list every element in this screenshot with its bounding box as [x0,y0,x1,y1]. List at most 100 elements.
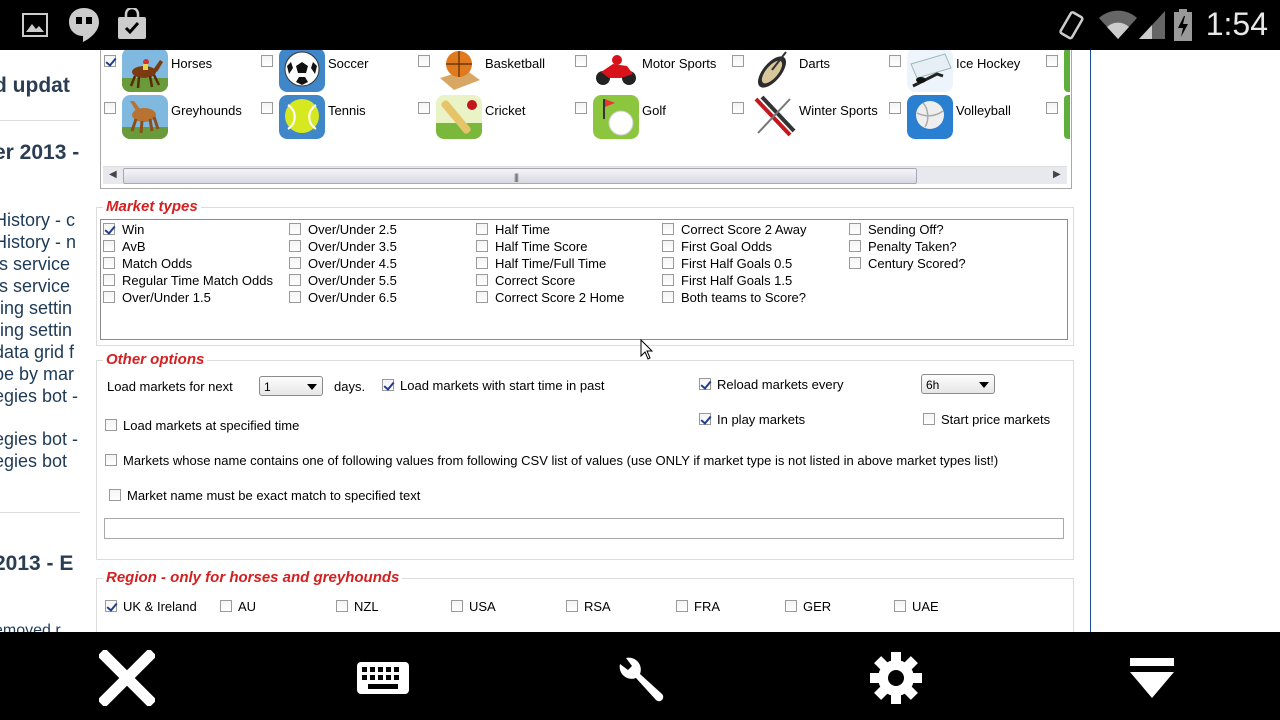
market-type-item[interactable]: AvB [103,239,146,254]
close-icon[interactable] [99,650,155,706]
market-type-checkbox[interactable] [289,223,301,235]
market-type-item[interactable]: Correct Score 2 Home [476,290,624,305]
region-checkbox[interactable] [451,600,463,612]
market-type-item[interactable]: Over/Under 1.5 [103,290,211,305]
market-type-item[interactable]: Penalty Taken? [849,239,957,254]
sport-item-darts[interactable]: Darts [732,50,882,94]
market-type-checkbox[interactable] [662,291,674,303]
exact-match-checkbox[interactable] [109,489,121,501]
exact-match-option[interactable]: Market name must be exact match to speci… [109,488,420,503]
region-checkbox[interactable] [785,600,797,612]
sport-item-motor-sports[interactable]: Motor Sports [575,50,735,94]
market-type-item[interactable]: Over/Under 6.5 [289,290,397,305]
market-type-item[interactable]: Match Odds [103,256,192,271]
market-type-item[interactable]: Correct Score 2 Away [662,222,806,237]
sport-checkbox[interactable] [732,102,744,114]
sport-checkbox[interactable] [261,102,273,114]
sport-item-partial[interactable] [1046,95,1076,141]
start-price-option[interactable]: Start price markets [923,412,1050,427]
sport-checkbox[interactable] [261,55,273,67]
market-type-item[interactable]: Over/Under 3.5 [289,239,397,254]
region-item[interactable]: USA [451,599,496,614]
sport-item-horses[interactable]: Horses [104,50,254,94]
region-checkbox[interactable] [220,600,232,612]
sport-item-basketball[interactable]: Basketball [418,50,568,94]
region-item[interactable]: RSA [566,599,611,614]
scroll-right-icon[interactable]: ▶ [1053,169,1061,180]
market-type-item[interactable]: Half Time Score [476,239,587,254]
market-type-checkbox[interactable] [103,240,115,252]
region-item[interactable]: FRA [676,599,720,614]
market-type-checkbox[interactable] [289,257,301,269]
market-type-item[interactable]: First Half Goals 0.5 [662,256,792,271]
csv-checkbox[interactable] [105,454,117,466]
region-item[interactable]: GER [785,599,831,614]
market-type-item[interactable]: Over/Under 4.5 [289,256,397,271]
region-item[interactable]: NZL [336,599,379,614]
csv-values-input[interactable] [104,518,1064,539]
sport-checkbox[interactable] [418,55,430,67]
wrench-icon[interactable] [612,650,668,706]
market-type-checkbox[interactable] [849,257,861,269]
load-past-checkbox[interactable] [382,379,394,391]
sport-checkbox[interactable] [575,102,587,114]
sport-checkbox[interactable] [1046,102,1058,114]
settings-gear-icon[interactable] [868,650,924,706]
market-type-checkbox[interactable] [476,240,488,252]
market-type-checkbox[interactable] [476,291,488,303]
region-checkbox[interactable] [105,600,117,612]
market-type-checkbox[interactable] [476,257,488,269]
region-item[interactable]: AU [220,599,256,614]
market-type-item[interactable]: Win [103,222,144,237]
sport-checkbox[interactable] [732,55,744,67]
keyboard-icon[interactable] [355,650,411,706]
region-checkbox[interactable] [894,600,906,612]
market-type-checkbox[interactable] [662,274,674,286]
market-type-checkbox[interactable] [849,240,861,252]
specified-time-checkbox[interactable] [105,419,117,431]
sport-item-partial[interactable] [1046,50,1076,94]
in-play-option[interactable]: In play markets [699,412,805,427]
scrollbar-thumb[interactable]: ||| [123,168,917,184]
market-type-item[interactable]: First Goal Odds [662,239,772,254]
market-type-item[interactable]: Over/Under 2.5 [289,222,397,237]
sport-item-cricket[interactable]: Cricket [418,95,568,141]
market-type-checkbox[interactable] [849,223,861,235]
market-type-checkbox[interactable] [289,240,301,252]
sport-item-greyhounds[interactable]: Greyhounds [104,95,254,141]
sport-item-tennis[interactable]: Tennis [261,95,411,141]
market-type-checkbox[interactable] [103,291,115,303]
reload-checkbox[interactable] [699,378,711,390]
market-type-checkbox[interactable] [103,257,115,269]
in-play-checkbox[interactable] [699,413,711,425]
horizontal-scrollbar[interactable]: ◀ ||| ▶ [103,166,1067,184]
region-item[interactable]: UAE [894,599,939,614]
market-type-item[interactable]: Half Time/Full Time [476,256,606,271]
sport-item-soccer[interactable]: Soccer [261,50,411,94]
region-checkbox[interactable] [566,600,578,612]
market-type-checkbox[interactable] [103,223,115,235]
market-type-item[interactable]: Half Time [476,222,550,237]
sport-checkbox[interactable] [889,55,901,67]
sport-item-volleyball[interactable]: Volleyball [889,95,1039,141]
sport-item-winter-sports[interactable]: Winter Sports [732,95,892,141]
load-past-option[interactable]: Load markets with start time in past [382,378,604,393]
sport-checkbox[interactable] [889,102,901,114]
sport-checkbox[interactable] [104,55,116,67]
market-type-checkbox[interactable] [103,274,115,286]
region-item[interactable]: UK & Ireland [105,599,197,614]
hide-toolbar-icon[interactable] [1124,650,1180,706]
market-type-item[interactable]: Over/Under 5.5 [289,273,397,288]
sport-checkbox[interactable] [418,102,430,114]
market-type-item[interactable]: Both teams to Score? [662,290,806,305]
sport-checkbox[interactable] [575,55,587,67]
scroll-left-icon[interactable]: ◀ [109,169,117,180]
sport-item-golf[interactable]: Golf [575,95,725,141]
market-type-checkbox[interactable] [289,291,301,303]
csv-option[interactable]: Markets whose name contains one of follo… [105,453,998,468]
market-type-checkbox[interactable] [662,257,674,269]
specified-time-option[interactable]: Load markets at specified time [105,418,299,433]
region-checkbox[interactable] [336,600,348,612]
market-type-checkbox[interactable] [662,223,674,235]
market-type-item[interactable]: Century Scored? [849,256,966,271]
